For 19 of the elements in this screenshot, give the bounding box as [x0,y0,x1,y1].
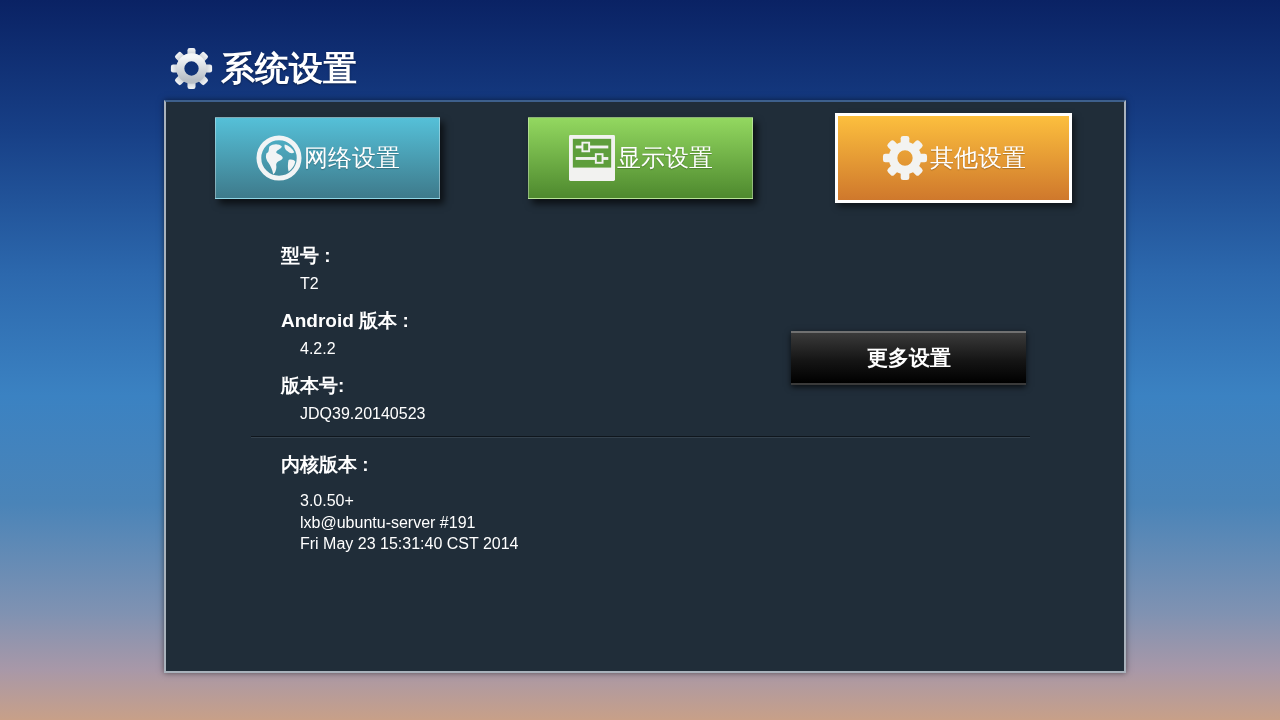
more-settings-button[interactable]: 更多设置 [791,331,1026,385]
field-label: 版本号: [281,374,346,398]
field-label: 型号 : [281,244,332,268]
page-title: 系统设置 [221,48,357,89]
field-value: JDQ39.20140523 [299,404,426,424]
field-value: 4.2.2 [299,339,337,359]
field-label: Android 版本 : [281,309,410,333]
settings-tab[interactable]: 显示设置 [528,117,753,199]
globe-icon [255,135,302,181]
sliders-icon [568,135,615,181]
kernel-version-line: 3.0.50+ [300,491,355,511]
gear-icon [881,135,928,181]
field-label: 内核版本 : [281,453,370,477]
gear-icon [170,46,213,90]
kernel-version-line: lxb@ubuntu-server #191 [300,512,477,533]
settings-tab[interactable]: 其他设置 [835,113,1072,203]
settings-tab[interactable]: 网络设置 [215,117,440,199]
field-value: T2 [299,274,320,294]
kernel-version-line: Fri May 23 15:31:40 CST 2014 [300,534,520,554]
